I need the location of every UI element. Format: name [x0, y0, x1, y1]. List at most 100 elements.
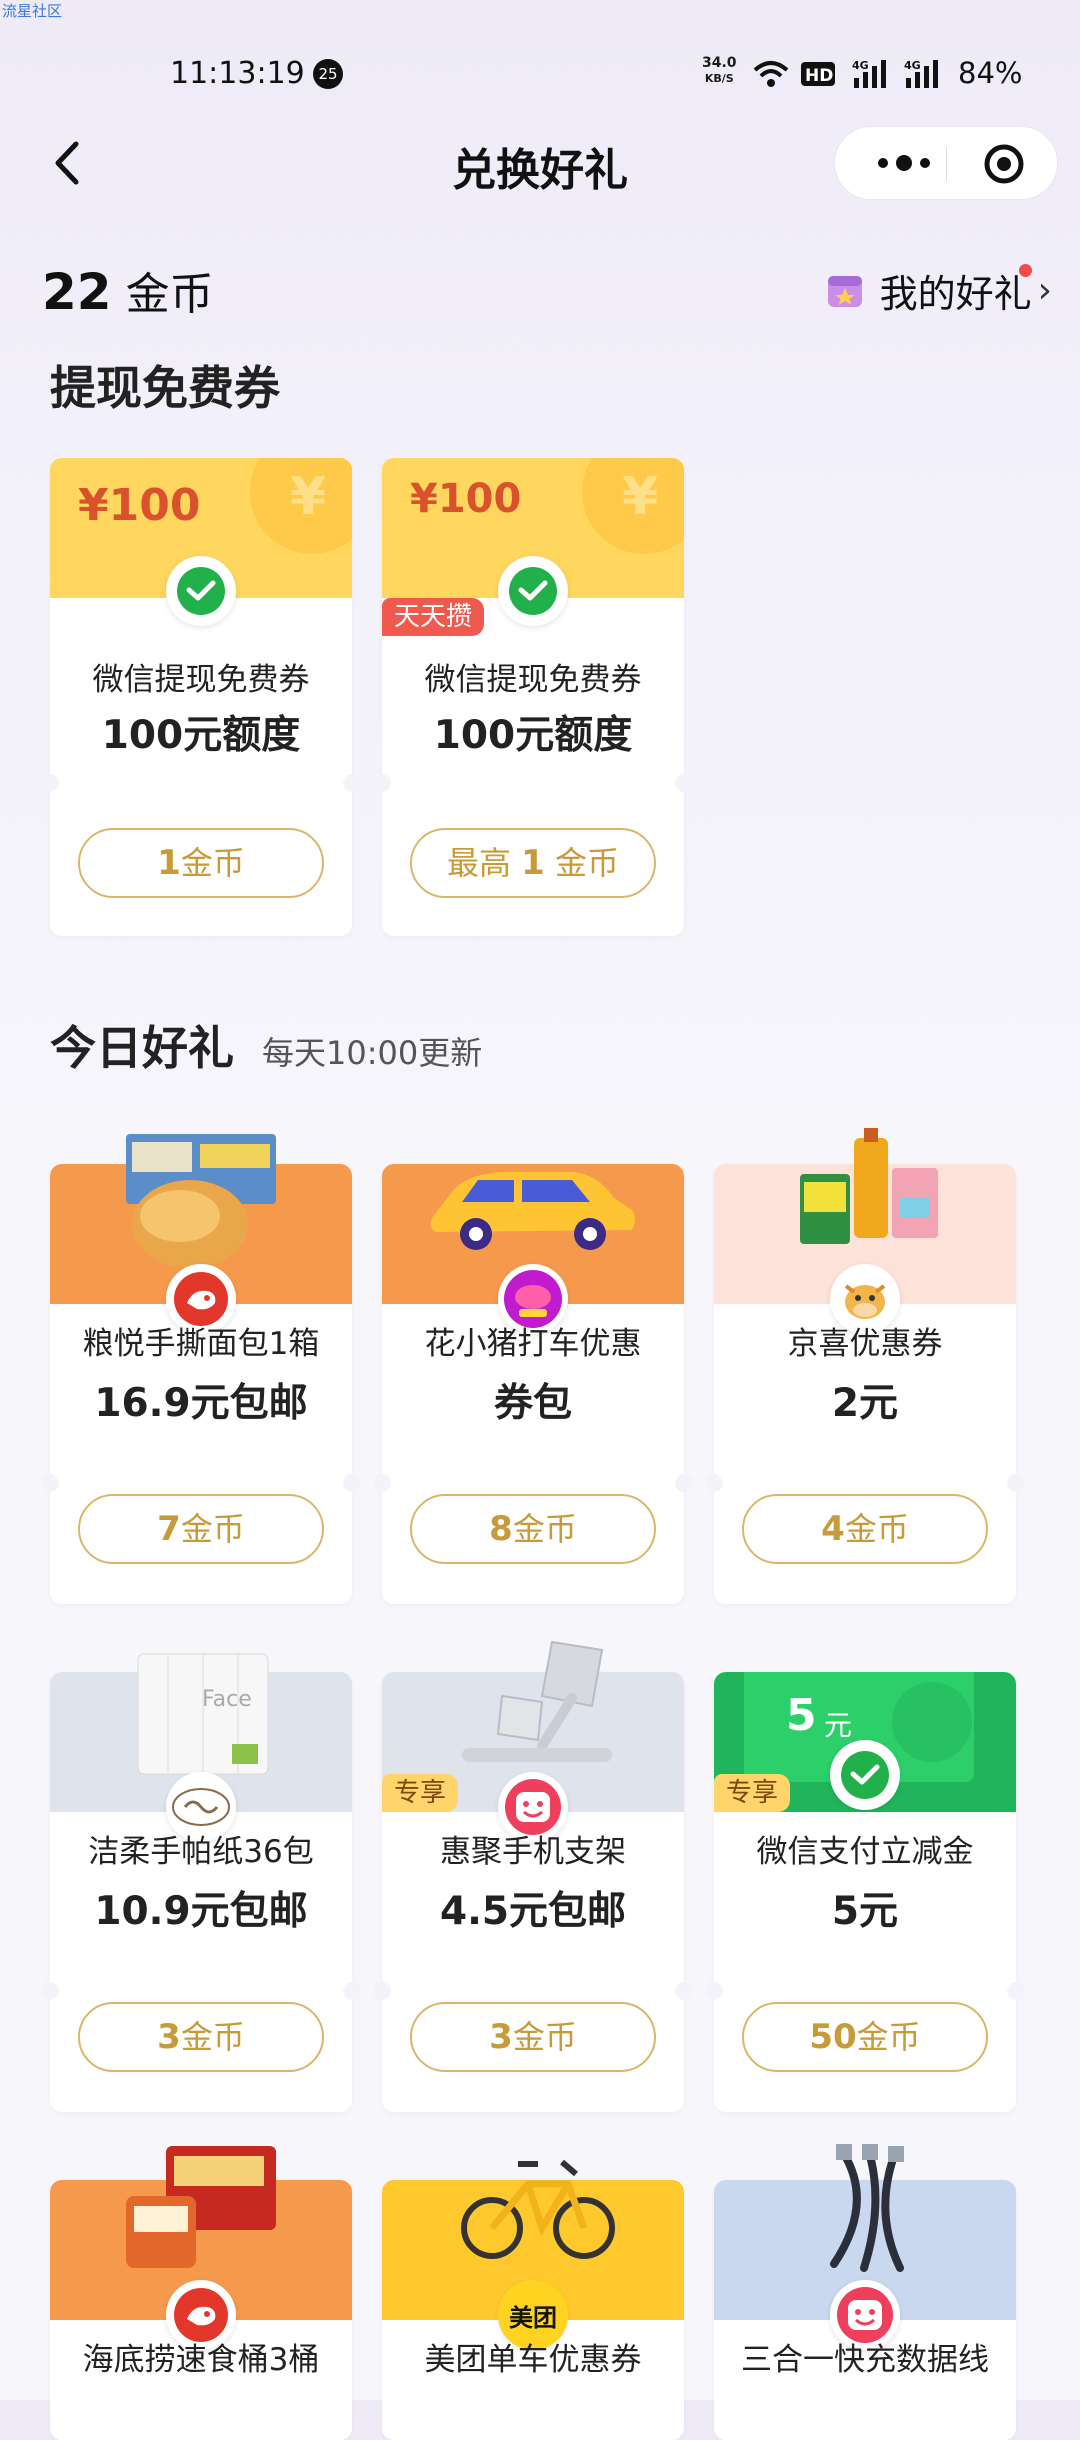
gift-card[interactable]: 海底捞速食桶3桶 — [50, 2146, 352, 2440]
button-coin-number: 4 — [821, 1509, 845, 1549]
svg-text:4G: 4G — [904, 59, 921, 72]
gift-value: 4.5元包邮 — [439, 1889, 627, 1934]
redeem-button[interactable]: 3金币 — [410, 2002, 656, 2072]
button-coin-number: 50 — [809, 2017, 857, 2057]
card-notch — [373, 774, 391, 792]
card-notch — [343, 1474, 361, 1492]
wechat-logo-icon — [498, 556, 568, 626]
card-notch — [675, 774, 693, 792]
close-target-icon[interactable] — [983, 143, 1025, 185]
signal-4g-icon: 4G — [852, 59, 886, 88]
redeem-button[interactable]: 8金币 — [410, 1494, 656, 1564]
more-menu-icon[interactable] — [869, 145, 939, 181]
meituan-logo-text: 美团 — [509, 2303, 557, 2332]
redeem-button[interactable]: 最高 1 金币 — [410, 828, 656, 898]
gift-name: 洁柔手帕纸36包 — [88, 1834, 314, 1870]
gift-name: 海底捞速食桶3桶 — [82, 2342, 320, 2378]
gift-value: 券包 — [493, 1381, 572, 1426]
gift-value: 2元 — [831, 1381, 899, 1426]
battery-level: 84% — [958, 56, 1023, 90]
svg-text:¥: ¥ — [290, 467, 326, 527]
section-title-withdraw: 提现免费券 — [50, 361, 280, 415]
svg-text:Face: Face — [202, 1687, 252, 1712]
button-coin-unit: 金币 — [856, 2018, 921, 2056]
gift-card[interactable]: 5 元 专享 微信支付立减金 5元 50金币 — [705, 1672, 1025, 2112]
gift-name: 三合一快充数据线 — [741, 2342, 989, 2378]
card-notch — [705, 1982, 723, 2000]
svg-text:HD: HD — [805, 66, 833, 86]
status-bar: 11:13:19 25 34.0 KB/S HD 4G 4G 84% — [0, 54, 1080, 94]
button-coin-unit: 金币 — [180, 844, 245, 882]
gift-calendar-icon — [827, 276, 862, 307]
gift-value: 5元 — [831, 1889, 899, 1934]
button-coin-number: 1 — [157, 843, 181, 883]
gift-card[interactable]: 三合一快充数据线 — [714, 2144, 1016, 2440]
redeem-button[interactable]: 1金币 — [78, 828, 324, 898]
redeem-button[interactable]: 7金币 — [78, 1494, 324, 1564]
gift-value: 100元额度 — [101, 713, 301, 758]
gift-value: 16.9元包邮 — [94, 1381, 308, 1426]
card-notch — [1007, 1982, 1025, 2000]
button-coin-unit: 金币 — [544, 844, 620, 882]
net-speed: 34.0 KB/S — [702, 56, 737, 86]
button-coin-number: 3 — [157, 2017, 181, 2057]
withdraw-card[interactable]: ¥ ¥100 微信提现免费券 100元额度 1金币 — [41, 458, 361, 936]
bicycle-image — [461, 2159, 615, 2259]
clock: 11:13:19 — [170, 56, 305, 91]
coin-count: 22 — [42, 263, 112, 321]
phone-stand-image — [462, 1640, 612, 1762]
button-coin-unit: 金币 — [512, 1510, 577, 1548]
card-notch — [675, 1474, 693, 1492]
button-coin-number: 3 — [489, 2017, 513, 2057]
redeem-button[interactable]: 50金币 — [742, 2002, 988, 2072]
gift-name: 微信提现免费券 — [424, 662, 642, 698]
gift-name: 粮悦手撕面包1箱 — [82, 1326, 320, 1362]
gift-card[interactable]: 花小猪打车优惠 券包 8金币 — [373, 1164, 693, 1604]
button-coin-number: 8 — [489, 1509, 513, 1549]
watermark: 流星社区 — [2, 2, 63, 20]
card-notch — [1007, 1474, 1025, 1492]
exclusive-tag: 专享 — [714, 1774, 791, 1812]
button-coin-unit: 金币 — [180, 2018, 245, 2056]
hotpot-bucket-image — [126, 2146, 276, 2268]
card-notch — [41, 1474, 59, 1492]
withdraw-card[interactable]: ¥ ¥100 天天攒 微信提现免费券 100元额度 最高 1 金币 — [373, 458, 693, 936]
gift-name: 惠聚手机支架 — [440, 1834, 626, 1870]
notification-badge: 25 — [313, 59, 343, 89]
gift-name: 微信支付立减金 — [756, 1834, 974, 1870]
redeem-button[interactable]: 4金币 — [742, 1494, 988, 1564]
section-subtitle-today: 每天10:00更新 — [262, 1034, 483, 1072]
section-title-today: 今日好礼 — [50, 1021, 234, 1075]
my-gifts-label: 我的好礼 — [879, 271, 1032, 316]
redeem-button[interactable]: 3金币 — [78, 2002, 324, 2072]
card-notch — [343, 774, 361, 792]
unread-dot — [1019, 264, 1032, 277]
button-coin-unit: 金币 — [512, 2018, 577, 2056]
card-notch — [41, 1982, 59, 2000]
card-notch — [705, 1474, 723, 1492]
charging-cable-image — [830, 2144, 904, 2272]
gift-card[interactable]: 专享 惠聚手机支架 4.5元包邮 3金币 — [373, 1640, 693, 2112]
voucher-amount: ¥100 — [78, 480, 201, 531]
bread-box-image — [126, 1134, 276, 1268]
net-speed-value: 34.0 — [702, 55, 737, 71]
gift-name: 微信提现免费券 — [92, 662, 310, 698]
banner-amount: 5 — [786, 1690, 817, 1741]
my-gifts-link[interactable]: 我的好礼 › — [826, 262, 1052, 318]
capsule-divider — [946, 147, 947, 181]
card-notch — [343, 1982, 361, 2000]
gift-value: 100元额度 — [433, 713, 633, 758]
svg-text:¥: ¥ — [622, 467, 658, 527]
nav-bar: 兑换好礼 — [0, 120, 1080, 210]
button-coin-number: 7 — [157, 1509, 181, 1549]
gift-card[interactable]: 京喜优惠券 2元 4金币 — [705, 1128, 1025, 1604]
coin-unit: 金币 — [125, 269, 214, 320]
gift-name: 京喜优惠券 — [787, 1326, 943, 1362]
gift-card[interactable]: 粮悦手撕面包1箱 16.9元包邮 7金币 — [41, 1134, 361, 1604]
button-coin-unit: 金币 — [180, 1510, 245, 1548]
card-notch — [41, 774, 59, 792]
gift-card[interactable]: 美团 美团单车优惠券 — [382, 2159, 684, 2440]
gift-card[interactable]: Face 洁柔手帕纸36包 10.9元包邮 3金币 — [41, 1653, 361, 2112]
button-prefix: 最高 — [446, 844, 522, 882]
coin-balance: 22 金币 — [42, 258, 214, 322]
